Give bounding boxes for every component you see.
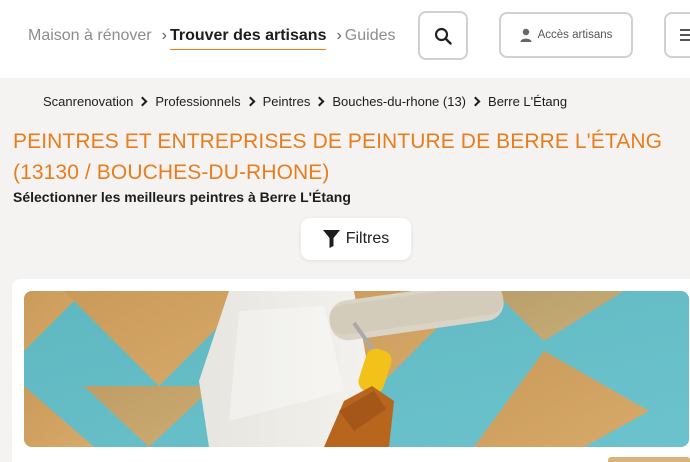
user-icon: [520, 28, 532, 42]
search-icon: [434, 27, 452, 45]
menu-icon: [680, 29, 690, 41]
main-nav: Maison à rénover › Trouver des artisans …: [28, 24, 396, 50]
filter-button[interactable]: Filtres: [301, 218, 411, 260]
search-button[interactable]: [418, 11, 468, 60]
pro-access-button[interactable]: Accès artisans: [499, 12, 633, 58]
site-header: Maison à rénover › Trouver des artisans …: [0, 0, 690, 78]
breadcrumb-item-bouches-du-rhone[interactable]: Bouches-du-rhone (13): [332, 94, 466, 109]
breadcrumb: Scanrenovation Professionnels Peintres B…: [43, 94, 567, 109]
chevron-right-icon: [137, 96, 148, 107]
nav-maison-a-renover[interactable]: Maison à rénover: [28, 27, 152, 45]
page-subtitle: Sélectionner les meilleurs peintres à Be…: [13, 189, 351, 205]
next-card-edge: [608, 457, 690, 462]
nav-trouver-des-artisans[interactable]: Trouver des artisans: [169, 27, 326, 50]
chevron-right-icon: [245, 96, 256, 107]
chevron-right-icon: [314, 96, 325, 107]
filter-icon: [322, 230, 340, 248]
breadcrumb-item-professionnels[interactable]: Professionnels: [155, 94, 240, 109]
breadcrumb-item-berre-l-etang[interactable]: Berre L'Étang: [488, 94, 567, 109]
breadcrumb-item-scanrenovation[interactable]: Scanrenovation: [43, 94, 133, 109]
breadcrumb-item-peintres[interactable]: Peintres: [263, 94, 311, 109]
chevron-right-icon: ›: [161, 27, 167, 44]
nav-guides[interactable]: Guides: [345, 27, 396, 45]
chevron-right-icon: ›: [336, 27, 342, 44]
menu-button[interactable]: [664, 12, 690, 58]
filter-label: Filtres: [345, 230, 390, 247]
pro-access-label: Accès artisans: [537, 29, 613, 41]
page-title: PEINTRES ET ENTREPRISES DE PEINTURE DE B…: [13, 130, 663, 184]
chevron-right-icon: [470, 96, 481, 107]
painter-banner-image: [24, 291, 689, 447]
